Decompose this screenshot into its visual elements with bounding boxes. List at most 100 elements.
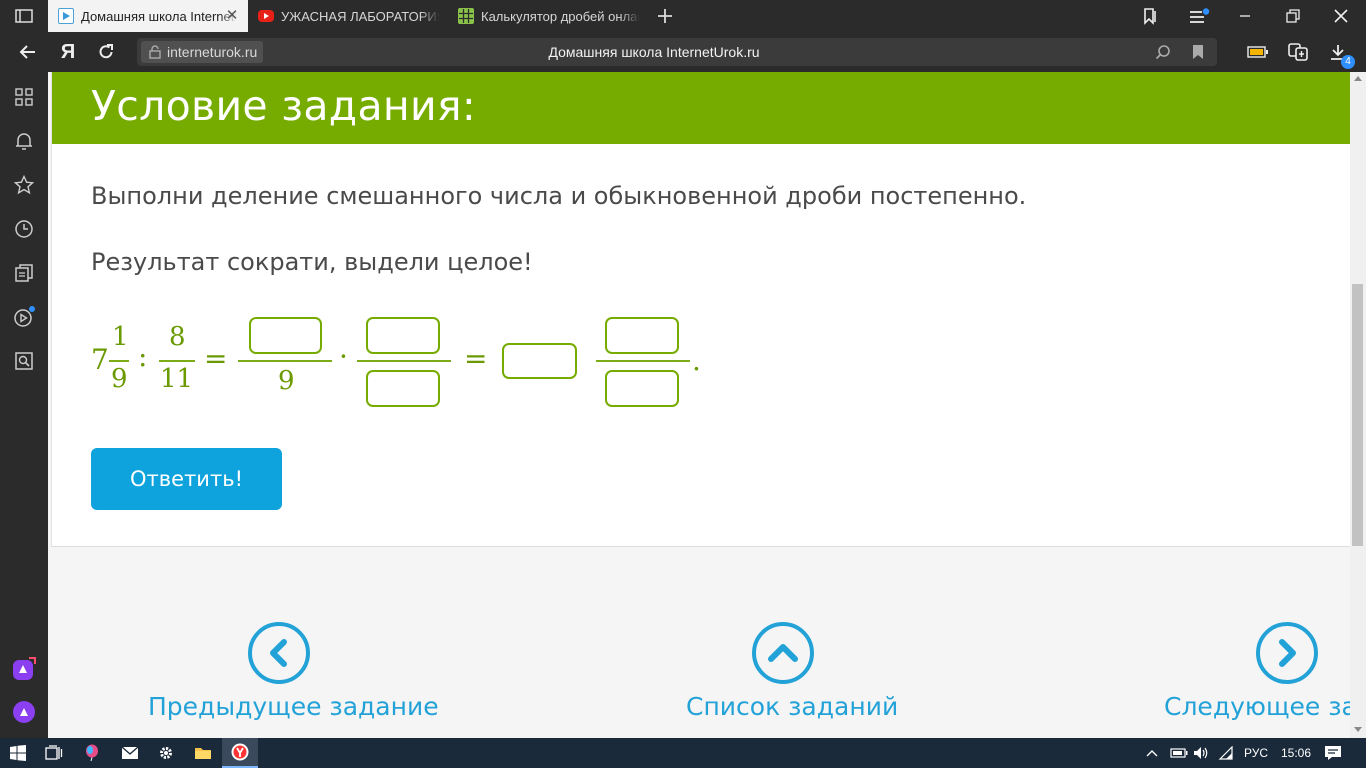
- minimize-button[interactable]: [1222, 0, 1268, 32]
- next-task-link[interactable]: Следующее задание: [1164, 692, 1350, 721]
- tray-notifications[interactable]: [1324, 738, 1342, 768]
- start-button[interactable]: [0, 738, 36, 768]
- scroll-down-icon[interactable]: [1353, 726, 1363, 734]
- action-center-icon: [1325, 746, 1341, 760]
- tabs-panel-button[interactable]: [0, 0, 48, 32]
- next-task-button[interactable]: [1256, 622, 1318, 684]
- taskbar-app-1[interactable]: [74, 738, 110, 768]
- taskbar-explorer[interactable]: [185, 738, 221, 768]
- close-window-button[interactable]: [1318, 0, 1364, 32]
- windows-icon: [10, 745, 26, 761]
- close-icon: [1334, 9, 1348, 23]
- omnibox[interactable]: interneturok.ru Домашняя школа InternetU…: [137, 38, 1217, 66]
- instruction-text: Выполни деление смешанного числа и обыкн…: [91, 182, 1027, 210]
- chevron-right-icon: [1279, 639, 1296, 667]
- denominator-input-3[interactable]: [605, 370, 679, 407]
- task-list-link[interactable]: Список заданий: [686, 692, 898, 721]
- chevron-left-icon: [270, 639, 287, 667]
- tab-fade: [420, 0, 448, 32]
- numerator-2: 8: [169, 322, 186, 352]
- period: .: [692, 344, 701, 377]
- taskbar-mail[interactable]: [112, 738, 148, 768]
- search-page-icon[interactable]: [1155, 44, 1171, 60]
- sidebar-alice[interactable]: [12, 700, 36, 724]
- tray-battery[interactable]: [1170, 738, 1188, 768]
- alice-icon: [13, 701, 35, 723]
- sidebar-bookmarks[interactable]: [12, 173, 36, 197]
- folder-icon: [195, 748, 211, 759]
- scrollbar[interactable]: [1350, 72, 1366, 738]
- sidebar-alice-chat[interactable]: [12, 657, 36, 681]
- taskbar: РУС 15:06: [0, 738, 1366, 768]
- tabs-panel-icon: [15, 9, 33, 23]
- sidebar-zen[interactable]: [12, 261, 36, 285]
- back-button[interactable]: [8, 32, 48, 72]
- tray-network[interactable]: [1218, 738, 1234, 768]
- tab-fade: [620, 0, 648, 32]
- task-card: Условие задания: Выполни деление смешанн…: [51, 72, 1350, 547]
- image-search-icon: [15, 352, 33, 370]
- minimize-icon: [1240, 15, 1250, 17]
- tab-youtube[interactable]: УЖАСНАЯ ЛАБОРАТОРИЯ: [250, 0, 448, 32]
- multiply-dot: ·: [339, 340, 348, 373]
- restore-button[interactable]: [1270, 0, 1316, 32]
- yandex-browser-icon: [231, 743, 249, 761]
- tab-fraction-calculator[interactable]: Калькулятор дробей онлайн: [450, 0, 648, 32]
- yandex-button[interactable]: Я: [48, 32, 88, 72]
- volume-icon: [1194, 747, 1208, 759]
- scroll-thumb[interactable]: [1352, 284, 1363, 546]
- restore-icon: [1286, 9, 1300, 23]
- numerator-input-2[interactable]: [366, 317, 440, 354]
- sidebar-history[interactable]: [12, 217, 36, 241]
- downloads-button[interactable]: 4: [1318, 32, 1358, 72]
- tray-volume[interactable]: [1193, 738, 1209, 768]
- fraction-line: [109, 360, 129, 362]
- prev-task-link[interactable]: Предыдущее задание: [148, 692, 439, 721]
- close-tab-icon[interactable]: ✕: [224, 8, 240, 24]
- extensions-button[interactable]: [1278, 32, 1318, 72]
- task-view-button[interactable]: [36, 738, 72, 768]
- page-content: Условие задания: Выполни деление смешанн…: [48, 72, 1350, 738]
- whole-part: 7: [91, 343, 109, 376]
- answer-button[interactable]: Ответить!: [91, 448, 282, 510]
- tray-overflow[interactable]: [1146, 738, 1158, 768]
- numerator-input-1[interactable]: [249, 317, 322, 354]
- bell-icon: [16, 133, 32, 150]
- battery-saver-button[interactable]: [1238, 32, 1278, 72]
- denominator-input-2[interactable]: [366, 370, 440, 407]
- address-bar: Я interneturok.ru Домашняя школа Interne…: [0, 32, 1366, 72]
- battery-icon: [1247, 46, 1268, 58]
- grid-favicon-icon: [458, 8, 474, 24]
- whole-input[interactable]: [502, 343, 577, 379]
- tab-interneturok[interactable]: Домашняя школа InternetUrok.ru ✕: [48, 0, 248, 32]
- task-list-button[interactable]: [752, 622, 814, 684]
- wifi-icon: [1218, 746, 1233, 760]
- sidebar-video[interactable]: [12, 305, 36, 329]
- taskbar-yandex-browser[interactable]: [222, 738, 258, 768]
- bookmarks-collection-icon: [1144, 8, 1156, 25]
- collections-button[interactable]: [1128, 0, 1174, 32]
- new-tab-button[interactable]: [650, 0, 680, 32]
- balloon-app-icon: [86, 744, 98, 762]
- prev-task-button[interactable]: [248, 622, 310, 684]
- numerator-input-3[interactable]: [605, 317, 679, 354]
- tray-clock[interactable]: 15:06: [1281, 738, 1311, 768]
- youtube-favicon-icon: [258, 10, 274, 22]
- sidebar-search-image[interactable]: [12, 349, 36, 373]
- sidebar-services[interactable]: [12, 85, 36, 109]
- cards-icon: [15, 264, 33, 282]
- taskbar-settings[interactable]: [148, 738, 184, 768]
- fraction-line: [238, 360, 332, 362]
- scroll-up-icon[interactable]: [1353, 74, 1363, 82]
- bookmark-icon[interactable]: [1191, 44, 1205, 60]
- task-header: Условие задания:: [52, 72, 1350, 144]
- menu-icon: [1190, 8, 1210, 23]
- menu-button[interactable]: [1176, 0, 1222, 32]
- grid-icon: [15, 88, 33, 106]
- divide-sign: :: [138, 340, 148, 373]
- sidebar-notifications[interactable]: [12, 129, 36, 153]
- reload-button[interactable]: [86, 32, 126, 72]
- equals-sign-2: =: [464, 342, 488, 375]
- arrow-left-icon: [19, 45, 35, 59]
- tray-language[interactable]: РУС: [1244, 738, 1268, 768]
